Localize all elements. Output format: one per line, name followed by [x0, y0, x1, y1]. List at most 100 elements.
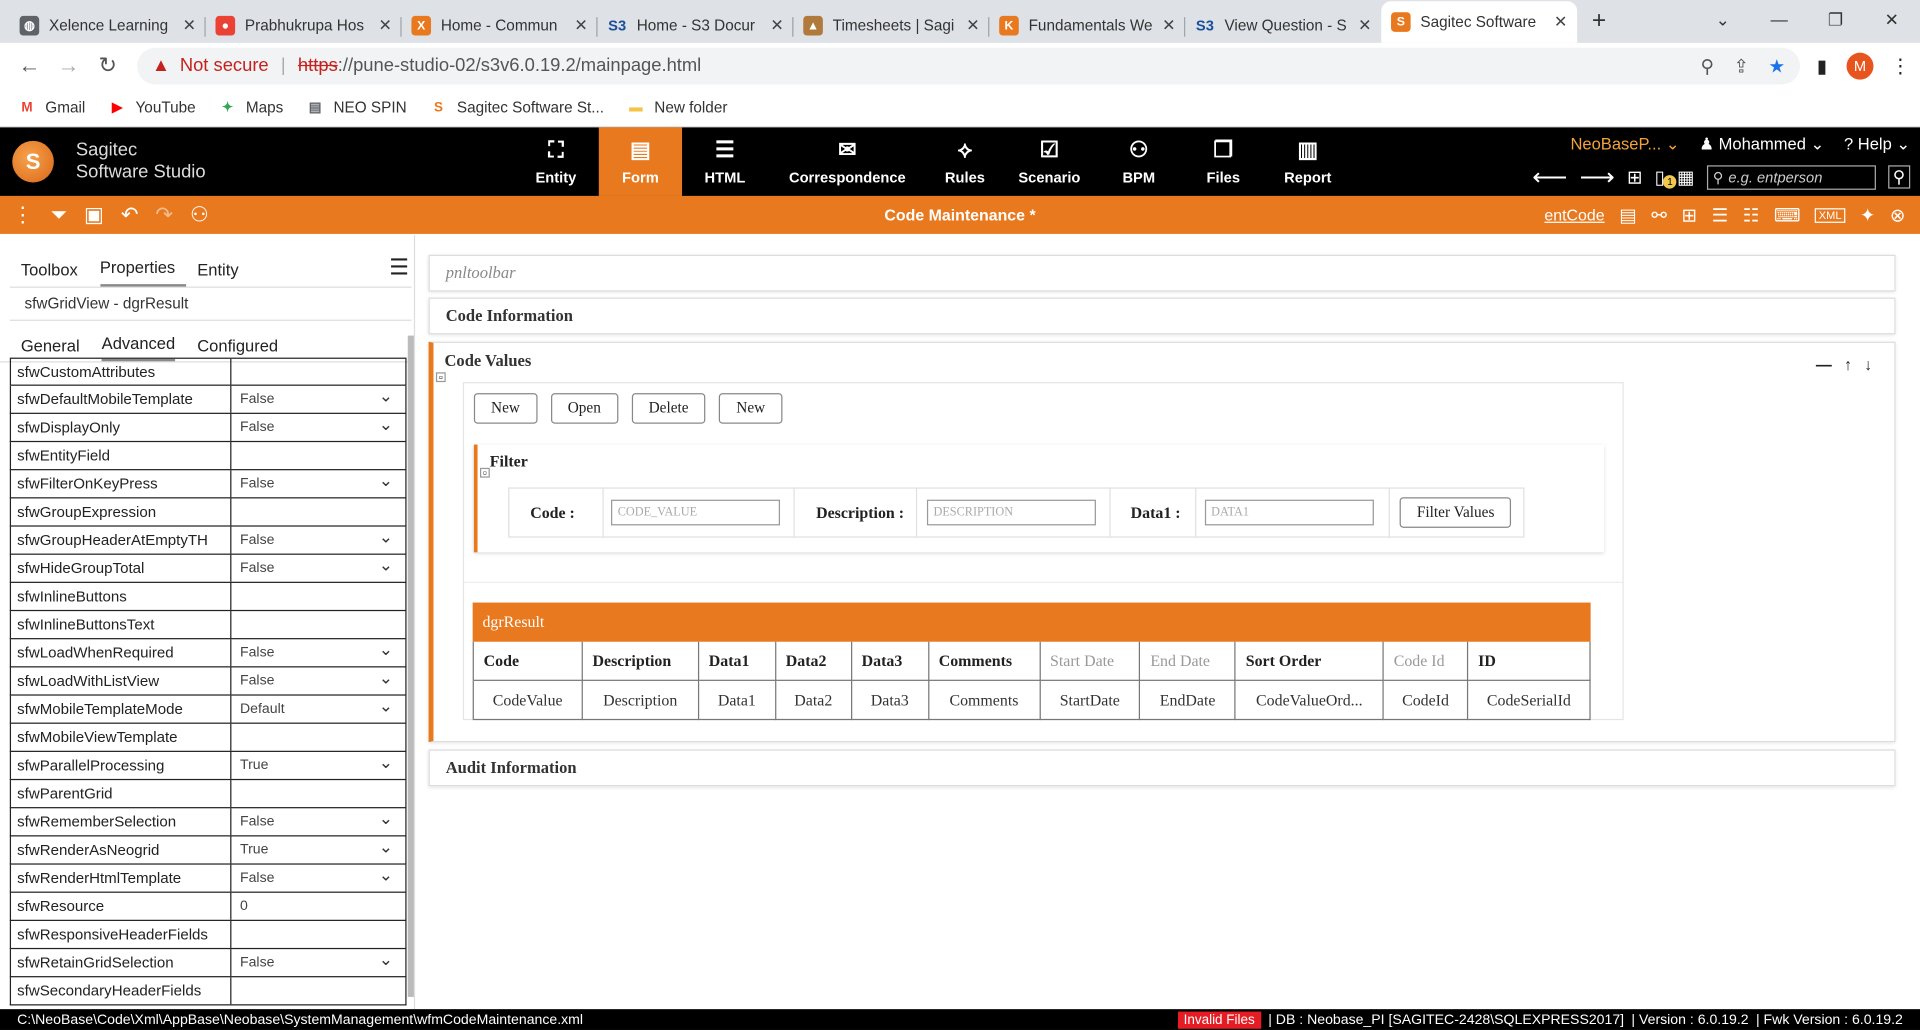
chevron-down-icon[interactable]: ⌄	[379, 386, 393, 407]
close-tab-icon[interactable]: ✕	[1554, 12, 1567, 32]
move-down-icon[interactable]: ↓	[1864, 355, 1872, 373]
nav-bpm[interactable]: ⚇ BPM	[1096, 127, 1182, 196]
grid-column-header[interactable]: Code	[473, 641, 583, 681]
browser-tab[interactable]: K Fundamentals We ✕	[989, 9, 1186, 43]
tab-search-icon[interactable]: ⌄	[1695, 0, 1751, 39]
chevron-down-icon[interactable]: ⌄	[379, 639, 393, 660]
new-button[interactable]: New	[719, 393, 783, 424]
close-tab-icon[interactable]: ✕	[770, 16, 783, 36]
tab-toolbox[interactable]: Toolbox	[21, 261, 89, 287]
nav-scenario[interactable]: ☑ Scenario	[1003, 127, 1096, 196]
property-value[interactable]: False ⌄	[231, 667, 405, 694]
grid-column-header[interactable]: End Date	[1140, 641, 1236, 681]
pnltoolbar-section[interactable]: pnltoolbar	[428, 254, 1896, 292]
share-icon[interactable]: ⇪	[1734, 54, 1749, 77]
chevron-down-icon[interactable]: ⌄	[379, 949, 393, 970]
grid-cell[interactable]: CodeValueOrd...	[1235, 680, 1384, 721]
close-window-button[interactable]: ✕	[1864, 0, 1920, 39]
bookmark-item[interactable]: ▬ New folder	[626, 99, 727, 116]
grid-column-header[interactable]: Start Date	[1040, 641, 1141, 681]
restore-button[interactable]: ❐	[1807, 0, 1863, 39]
add-control-icon[interactable]: ⊞	[1681, 204, 1696, 226]
forward-button[interactable]: →	[49, 53, 88, 79]
header-search-input[interactable]: ⚲ e.g. entperson	[1706, 164, 1876, 190]
property-value[interactable]	[231, 498, 405, 525]
chevron-down-icon[interactable]: ⌄	[379, 808, 393, 829]
property-value[interactable]	[231, 780, 405, 807]
new-tab-button[interactable]: +	[1592, 7, 1606, 35]
filter-toggle-icon[interactable]: ▫	[480, 467, 490, 478]
nav-files[interactable]: ❐ Files	[1182, 127, 1265, 196]
bookmark-item[interactable]: M Gmail	[17, 99, 85, 116]
chevron-down-icon[interactable]: ⌄	[379, 667, 393, 688]
more-icon[interactable]: ⋮	[12, 203, 33, 227]
close-tab-icon[interactable]: ✕	[378, 16, 391, 36]
grid-column-header[interactable]: Code Id	[1383, 641, 1469, 681]
browser-tab[interactable]: S3 View Question - S ✕	[1185, 9, 1381, 43]
reload-button[interactable]: ↻	[88, 53, 127, 79]
property-value[interactable]: False ⌄	[231, 414, 405, 441]
property-value[interactable]	[231, 442, 405, 469]
save-icon[interactable]: ▣	[84, 203, 104, 227]
glasses-icon[interactable]: ⚯	[1651, 204, 1666, 226]
nav-back-icon[interactable]: ⟵	[1532, 162, 1567, 193]
data1-input[interactable]: DATA1	[1205, 499, 1375, 526]
property-value[interactable]: False ⌄	[231, 949, 405, 976]
audit-information-section[interactable]: Audit Information	[428, 749, 1896, 787]
dgrResult-grid[interactable]: dgrResult Code Description Data1 Data2 Data3…	[472, 602, 1591, 721]
property-value[interactable]: False ⌄	[231, 808, 405, 835]
chevron-down-icon[interactable]: ⌄	[379, 752, 393, 773]
minimize-button[interactable]: —	[1751, 0, 1807, 39]
bookmark-item[interactable]: S Sagitec Software St...	[429, 99, 604, 116]
close-tab-icon[interactable]: ✕	[574, 16, 587, 36]
property-value[interactable]	[231, 724, 405, 751]
delete-button[interactable]: Delete	[631, 393, 706, 424]
bookmark-item[interactable]: ▤ NEO SPIN	[305, 99, 407, 116]
nav-entity[interactable]: ⛶ Entity	[513, 127, 599, 196]
chevron-down-icon[interactable]: ⌄	[379, 414, 393, 435]
property-value[interactable]	[231, 359, 405, 385]
grid-cell[interactable]: StartDate	[1040, 680, 1141, 721]
close-tab-icon[interactable]: ✕	[183, 16, 196, 36]
notification-icon[interactable]: ▯ 1	[1655, 166, 1677, 188]
undo-icon[interactable]: ↶	[121, 203, 138, 227]
code-information-section[interactable]: Code Information	[428, 297, 1896, 335]
browser-tab[interactable]: ● Prabhukrupa Hos ✕	[206, 9, 402, 43]
property-value[interactable]: False ⌄	[231, 527, 405, 554]
grid-cell[interactable]: CodeId	[1383, 680, 1469, 721]
grid-column-header[interactable]: Data1	[698, 641, 777, 681]
move-up-icon[interactable]: ↑	[1844, 355, 1852, 373]
entity-link[interactable]: entCode	[1544, 206, 1604, 224]
nav-form[interactable]: ▤ Form	[598, 127, 683, 196]
grid-cell[interactable]: CodeValue	[473, 680, 583, 721]
add-file-icon[interactable]: ⊞	[1627, 166, 1642, 188]
grid-apps-icon[interactable]: ▦	[1677, 166, 1694, 188]
close-tab-icon[interactable]: ✕	[966, 16, 979, 36]
filter-icon[interactable]: ⏷	[50, 203, 67, 227]
avatar[interactable]: M	[1846, 52, 1874, 79]
new-button[interactable]: New	[473, 393, 538, 424]
grid-cell[interactable]: EndDate	[1140, 680, 1236, 721]
menu-icon[interactable]: ⋮	[1891, 53, 1911, 77]
bookmark-item[interactable]: ✦ Maps	[218, 99, 283, 116]
browser-tab[interactable]: S3 Home - S3 Docur ✕	[598, 9, 794, 43]
chevron-down-icon[interactable]: ⌄	[379, 527, 393, 548]
grid-column-header[interactable]: Sort Order	[1235, 641, 1384, 681]
list-icon[interactable]: ☰	[1712, 204, 1728, 226]
chevron-down-icon[interactable]: ⌄	[379, 836, 393, 857]
nav-correspondence[interactable]: ✉ Correspondence	[768, 127, 927, 196]
omnibox[interactable]: ▲ Not secure | https://pune-studio-02/s3…	[137, 47, 1800, 84]
property-value[interactable]: False ⌄	[231, 555, 405, 582]
property-value[interactable]: True ⌄	[231, 836, 405, 863]
sidepanel-icon[interactable]: ▮	[1817, 54, 1827, 77]
browser-tab[interactable]: X Home - Commun ✕	[402, 9, 598, 43]
grid-column-header[interactable]: Data3	[851, 641, 929, 681]
close-tab-icon[interactable]: ✕	[1162, 16, 1175, 36]
expand-toggle-icon[interactable]: ▫	[435, 372, 446, 383]
edit-list-icon[interactable]: ☷	[1743, 204, 1759, 226]
project-selector[interactable]: NeoBaseP... ⌄	[1570, 135, 1679, 155]
grid-cell[interactable]: Data2	[776, 680, 852, 721]
bookmark-star-icon[interactable]: ★	[1769, 54, 1785, 77]
property-value[interactable]: 0	[231, 893, 405, 920]
tab-properties[interactable]: Properties	[99, 258, 187, 287]
